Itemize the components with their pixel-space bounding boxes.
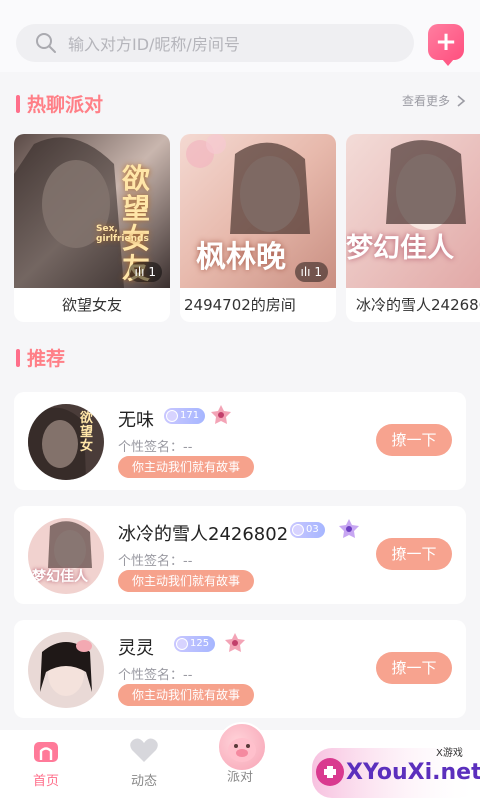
crown-gem-icon [339, 519, 359, 538]
heart-icon [130, 738, 158, 762]
user-card[interactable]: 梦幻佳人 冰冷的雪人2426802 03 个性签名：-- 你主动我们就有故事 撩… [14, 506, 466, 604]
watermark-text: XYouXi.net [346, 760, 480, 785]
intro-tag: 你主动我们就有故事 [118, 684, 255, 706]
listener-badge: ılı 1 [128, 262, 162, 282]
level-badge: 171 [164, 408, 206, 424]
user-card[interactable]: 灵灵 125 个性签名：-- 你主动我们就有故事 撩一下 [14, 620, 466, 718]
room-card[interactable]: 梦幻佳人 冰冷的雪人2426802的房间 [346, 134, 480, 322]
plus-icon: + [435, 27, 457, 57]
intro-tag: 你主动我们就有故事 [118, 570, 255, 592]
avatar-overlay-text: 欲望女 [80, 411, 94, 454]
avatar[interactable]: 欲望女 [28, 404, 104, 480]
top-bar: 输入对方ID/昵称/房间号 + [0, 0, 480, 72]
recommend-header: 推荐 [16, 344, 65, 371]
search-bar[interactable]: 输入对方ID/昵称/房间号 [16, 24, 414, 62]
user-card[interactable]: 欲望女 无味 171 个性签名：-- 你主动我们就有故事 撩一下 [14, 392, 466, 490]
hot-party-header: 热聊派对 [16, 90, 103, 117]
bars-icon: ılı [134, 265, 145, 279]
section-title: 推荐 [27, 348, 66, 370]
section-accent-bar [16, 94, 20, 113]
signature: 个性签名：-- [118, 440, 193, 455]
room-card[interactable]: 枫林晚 ılı 1 2494702的房间 [180, 134, 336, 322]
user-name: 灵灵 [118, 638, 154, 659]
search-input[interactable]: 输入对方ID/昵称/房间号 [68, 31, 240, 55]
listener-count: 1 [314, 265, 322, 279]
avatar-image [28, 632, 104, 708]
signature: 个性签名：-- [118, 554, 193, 569]
tab-moments[interactable]: 动态 [114, 736, 174, 789]
room-card[interactable]: 欲望女友 Sex, girlfriends ılı 1 欲望女友 [14, 134, 170, 322]
view-more-label: 查看更多 [401, 94, 450, 108]
flirt-button[interactable]: 撩一下 [376, 538, 452, 570]
intro-tag: 你主动我们就有故事 [118, 456, 255, 478]
search-icon [36, 33, 56, 53]
tab-label: 动态 [130, 774, 157, 789]
view-more-link[interactable]: 查看更多 [402, 92, 466, 109]
tab-label: 首页 [32, 774, 59, 789]
room-cover-title: 枫林晚 [196, 240, 286, 275]
party-center-avatar[interactable] [217, 722, 267, 772]
section-accent-bar [16, 348, 20, 367]
level-badge: 03 [290, 522, 325, 538]
bars-icon: ılı [300, 265, 311, 279]
avatar[interactable] [28, 632, 104, 708]
flirt-button[interactable]: 撩一下 [376, 424, 452, 456]
crown-gem-icon [225, 633, 245, 652]
room-cover-title: 梦幻佳人 [346, 233, 454, 264]
avatar-overlay-text: 梦幻佳人 [32, 569, 88, 585]
section-title: 热聊派对 [27, 94, 104, 116]
signature: 个性签名：-- [118, 668, 193, 683]
create-room-button[interactable]: + [428, 24, 464, 66]
chevron-right-icon [457, 94, 466, 107]
listener-count: 1 [148, 265, 156, 279]
room-name: 冰冷的雪人2426802的房间 [356, 296, 480, 314]
room-cover-subtitle: Sex, girlfriends [96, 224, 149, 244]
crown-gem-icon [211, 405, 231, 424]
room-name: 欲望女友 [61, 296, 122, 314]
watermark-subtext: X游戏 [436, 748, 463, 759]
level-badge: 125 [174, 636, 216, 652]
user-name: 无味 [118, 410, 154, 431]
avatar[interactable]: 梦幻佳人 [28, 518, 104, 594]
flirt-button[interactable]: 撩一下 [376, 652, 452, 684]
user-name: 冰冷的雪人2426802 [118, 524, 289, 545]
tab-home[interactable]: 首页 [16, 736, 76, 789]
listener-badge: ılı 1 [294, 262, 328, 282]
home-icon [34, 742, 58, 762]
pig-mascot-icon [228, 738, 256, 762]
room-name: 2494702的房间 [184, 296, 296, 314]
